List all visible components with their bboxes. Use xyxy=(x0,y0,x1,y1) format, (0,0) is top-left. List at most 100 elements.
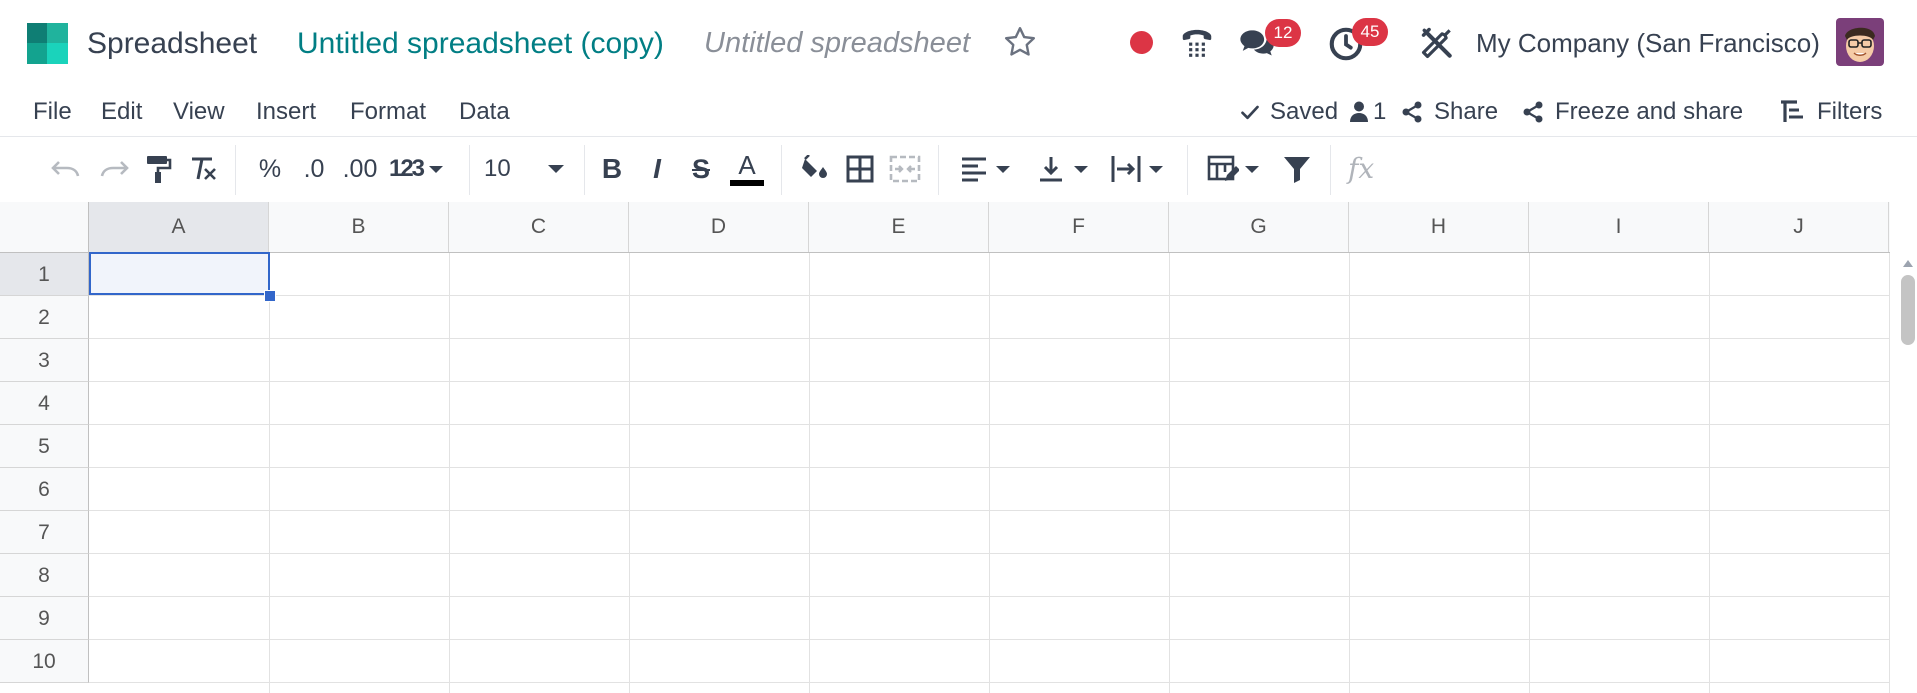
column-header[interactable]: B xyxy=(269,202,449,252)
column-header[interactable]: H xyxy=(1349,202,1529,252)
row-header[interactable]: 2 xyxy=(0,296,89,339)
row-header[interactable]: 5 xyxy=(0,425,89,468)
column-header[interactable]: D xyxy=(629,202,809,252)
document-title[interactable]: Untitled spreadsheet (copy) xyxy=(297,26,664,62)
undo-icon xyxy=(51,161,80,177)
text-color-swatch xyxy=(730,180,764,186)
redo-icon xyxy=(100,161,129,177)
user-avatar-icon xyxy=(1836,18,1884,66)
grid-line xyxy=(629,253,630,693)
caret-down-icon xyxy=(429,166,444,173)
freeze-and-share-button[interactable]: Freeze and share xyxy=(1521,98,1743,126)
check-icon xyxy=(1241,105,1259,120)
star-icon[interactable] xyxy=(1002,24,1038,60)
redo-button[interactable] xyxy=(96,149,132,189)
number-format-dropdown[interactable]: 123 xyxy=(384,149,448,189)
collaborators-count[interactable]: 1 xyxy=(1350,98,1386,126)
caret-down-icon xyxy=(1149,166,1163,173)
phone-icon[interactable] xyxy=(1178,22,1216,60)
column-header[interactable]: A xyxy=(89,202,269,252)
menu-view[interactable]: View xyxy=(173,98,225,126)
grid-line xyxy=(1709,253,1710,693)
format-percent-button[interactable]: % xyxy=(255,149,285,189)
row-header[interactable]: 7 xyxy=(0,511,89,554)
grid-line xyxy=(1349,253,1350,693)
toolbar-separator xyxy=(1187,145,1188,195)
fill-color-button[interactable] xyxy=(796,149,834,189)
app-name[interactable]: Spreadsheet xyxy=(87,26,257,62)
formula-input[interactable] xyxy=(1390,147,1910,191)
paint-bucket-icon xyxy=(802,155,827,178)
strikethrough-button[interactable]: S xyxy=(684,149,718,189)
column-header[interactable]: C xyxy=(449,202,629,252)
menu-data[interactable]: Data xyxy=(459,98,510,126)
grid-line xyxy=(1529,253,1530,693)
insert-table-dropdown[interactable] xyxy=(1202,149,1264,189)
grid-line xyxy=(449,253,450,693)
toolbar-separator xyxy=(584,145,585,195)
text-wrapping-dropdown[interactable] xyxy=(1106,149,1168,189)
font-size-dropdown[interactable]: 10 xyxy=(484,149,564,189)
merge-cells-button[interactable] xyxy=(886,149,924,189)
select-all-corner[interactable] xyxy=(0,202,89,252)
undo-button[interactable] xyxy=(48,149,84,189)
user-avatar[interactable] xyxy=(1836,18,1884,66)
horizontal-align-dropdown[interactable] xyxy=(954,149,1016,189)
increase-decimal-button[interactable]: .00 xyxy=(340,149,380,189)
grid-line xyxy=(89,338,1890,339)
menu-format[interactable]: Format xyxy=(350,98,426,126)
row-header[interactable]: 1 xyxy=(0,253,89,296)
share-button[interactable]: Share xyxy=(1400,98,1498,126)
vertical-align-dropdown[interactable] xyxy=(1032,149,1094,189)
filters-button[interactable]: Filters xyxy=(1779,98,1882,126)
grid-line xyxy=(89,467,1890,468)
spreadsheet-grid[interactable]: A B C D E F G H I J 1 2 3 4 5 6 7 8 9 10 xyxy=(0,202,1917,693)
borders-button[interactable] xyxy=(842,149,878,189)
share-label: Share xyxy=(1434,98,1499,125)
saved-status: Saved xyxy=(1240,98,1338,126)
menu-insert[interactable]: Insert xyxy=(256,98,316,126)
grid-line xyxy=(269,253,270,693)
align-left-icon xyxy=(962,157,986,182)
tools-icon[interactable] xyxy=(1418,24,1456,62)
row-header[interactable]: 3 xyxy=(0,339,89,382)
spreadsheet-logo-icon[interactable] xyxy=(27,23,68,64)
document-subtitle[interactable]: Untitled spreadsheet xyxy=(704,25,970,61)
collaborators-count-label: 1 xyxy=(1373,98,1387,125)
scroll-up-arrow-icon[interactable] xyxy=(1903,260,1913,267)
selection-fill-handle[interactable] xyxy=(264,290,276,302)
grid-line xyxy=(89,381,1890,382)
cell-area[interactable] xyxy=(89,253,1890,693)
column-header[interactable]: G xyxy=(1169,202,1349,252)
clear-format-button[interactable] xyxy=(186,149,220,189)
company-switcher[interactable]: My Company (San Francisco) xyxy=(1476,27,1820,59)
text-color-letter: A xyxy=(738,150,756,180)
row-header[interactable]: 6 xyxy=(0,468,89,511)
filter-button[interactable] xyxy=(1277,149,1317,189)
decrease-decimal-button[interactable]: .0 xyxy=(297,149,331,189)
bold-button[interactable]: B xyxy=(594,149,630,189)
status-indicator[interactable] xyxy=(1130,31,1153,54)
caret-down-icon xyxy=(1245,166,1259,173)
column-header[interactable]: J xyxy=(1709,202,1889,252)
toolbar-separator xyxy=(781,145,782,195)
scrollbar-thumb[interactable] xyxy=(1901,275,1915,345)
paint-format-button[interactable] xyxy=(142,149,176,189)
row-header[interactable]: 10 xyxy=(0,640,89,683)
text-wrap-icon xyxy=(1111,156,1141,182)
row-header[interactable]: 8 xyxy=(0,554,89,597)
selected-cell-a1[interactable] xyxy=(89,252,270,295)
menu-file[interactable]: File xyxy=(33,98,72,126)
column-header[interactable]: E xyxy=(809,202,989,252)
saved-label: Saved xyxy=(1270,98,1339,125)
column-header[interactable]: F xyxy=(989,202,1169,252)
text-color-button[interactable]: A xyxy=(727,149,767,189)
caret-down-icon xyxy=(996,166,1010,173)
row-header[interactable]: 9 xyxy=(0,597,89,640)
menu-edit[interactable]: Edit xyxy=(101,98,142,126)
font-size-value: 10 xyxy=(484,155,511,182)
formula-bar-label: fx xyxy=(1348,152,1375,185)
row-header[interactable]: 4 xyxy=(0,382,89,425)
column-header[interactable]: I xyxy=(1529,202,1709,252)
italic-button[interactable]: I xyxy=(640,149,674,189)
